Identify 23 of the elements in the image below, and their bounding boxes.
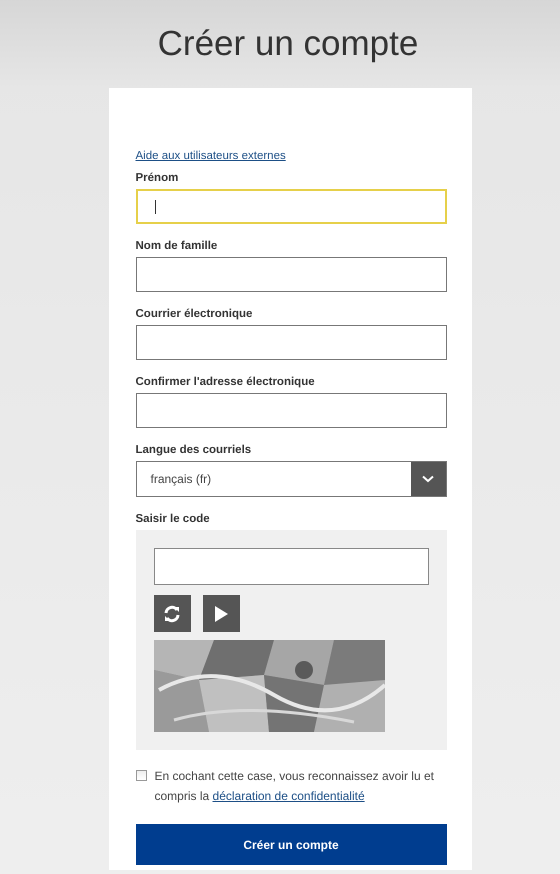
input-field[interactable] bbox=[136, 325, 446, 360]
field-label: Saisir le code bbox=[136, 513, 210, 525]
checkbox[interactable] bbox=[136, 770, 146, 781]
language-dropdown[interactable]: français (fr) bbox=[136, 461, 446, 497]
field-label: Courrier électronique bbox=[136, 308, 252, 320]
field-label: Nom de famille bbox=[136, 240, 218, 252]
refresh-icon bbox=[163, 604, 181, 622]
field-label: Confirmer l'adresse électronique bbox=[136, 376, 315, 388]
captcha-input-field[interactable] bbox=[154, 548, 428, 585]
text-cursor bbox=[154, 200, 156, 214]
consent-text: En cochant cette case, vous reconnaissez avoir lu et compris la déclaration de confidentialité bbox=[154, 768, 435, 805]
field-label: Prénom bbox=[136, 172, 178, 184]
field-label: Langue des courriels bbox=[136, 444, 252, 456]
input-field[interactable] bbox=[136, 257, 446, 292]
privacy-link[interactable]: déclaration de confidentialité bbox=[212, 789, 365, 803]
help-link[interactable]: Aide aux utilisateurs externes bbox=[136, 150, 286, 162]
play-button[interactable] bbox=[202, 595, 240, 632]
refresh-button[interactable] bbox=[154, 595, 190, 632]
page-title: Créer un compte bbox=[156, 23, 420, 65]
chevron-down-icon bbox=[422, 475, 434, 483]
play-icon bbox=[213, 604, 229, 622]
input-field[interactable] bbox=[136, 393, 446, 428]
create-account-button[interactable]: Créer un compte bbox=[136, 824, 446, 865]
